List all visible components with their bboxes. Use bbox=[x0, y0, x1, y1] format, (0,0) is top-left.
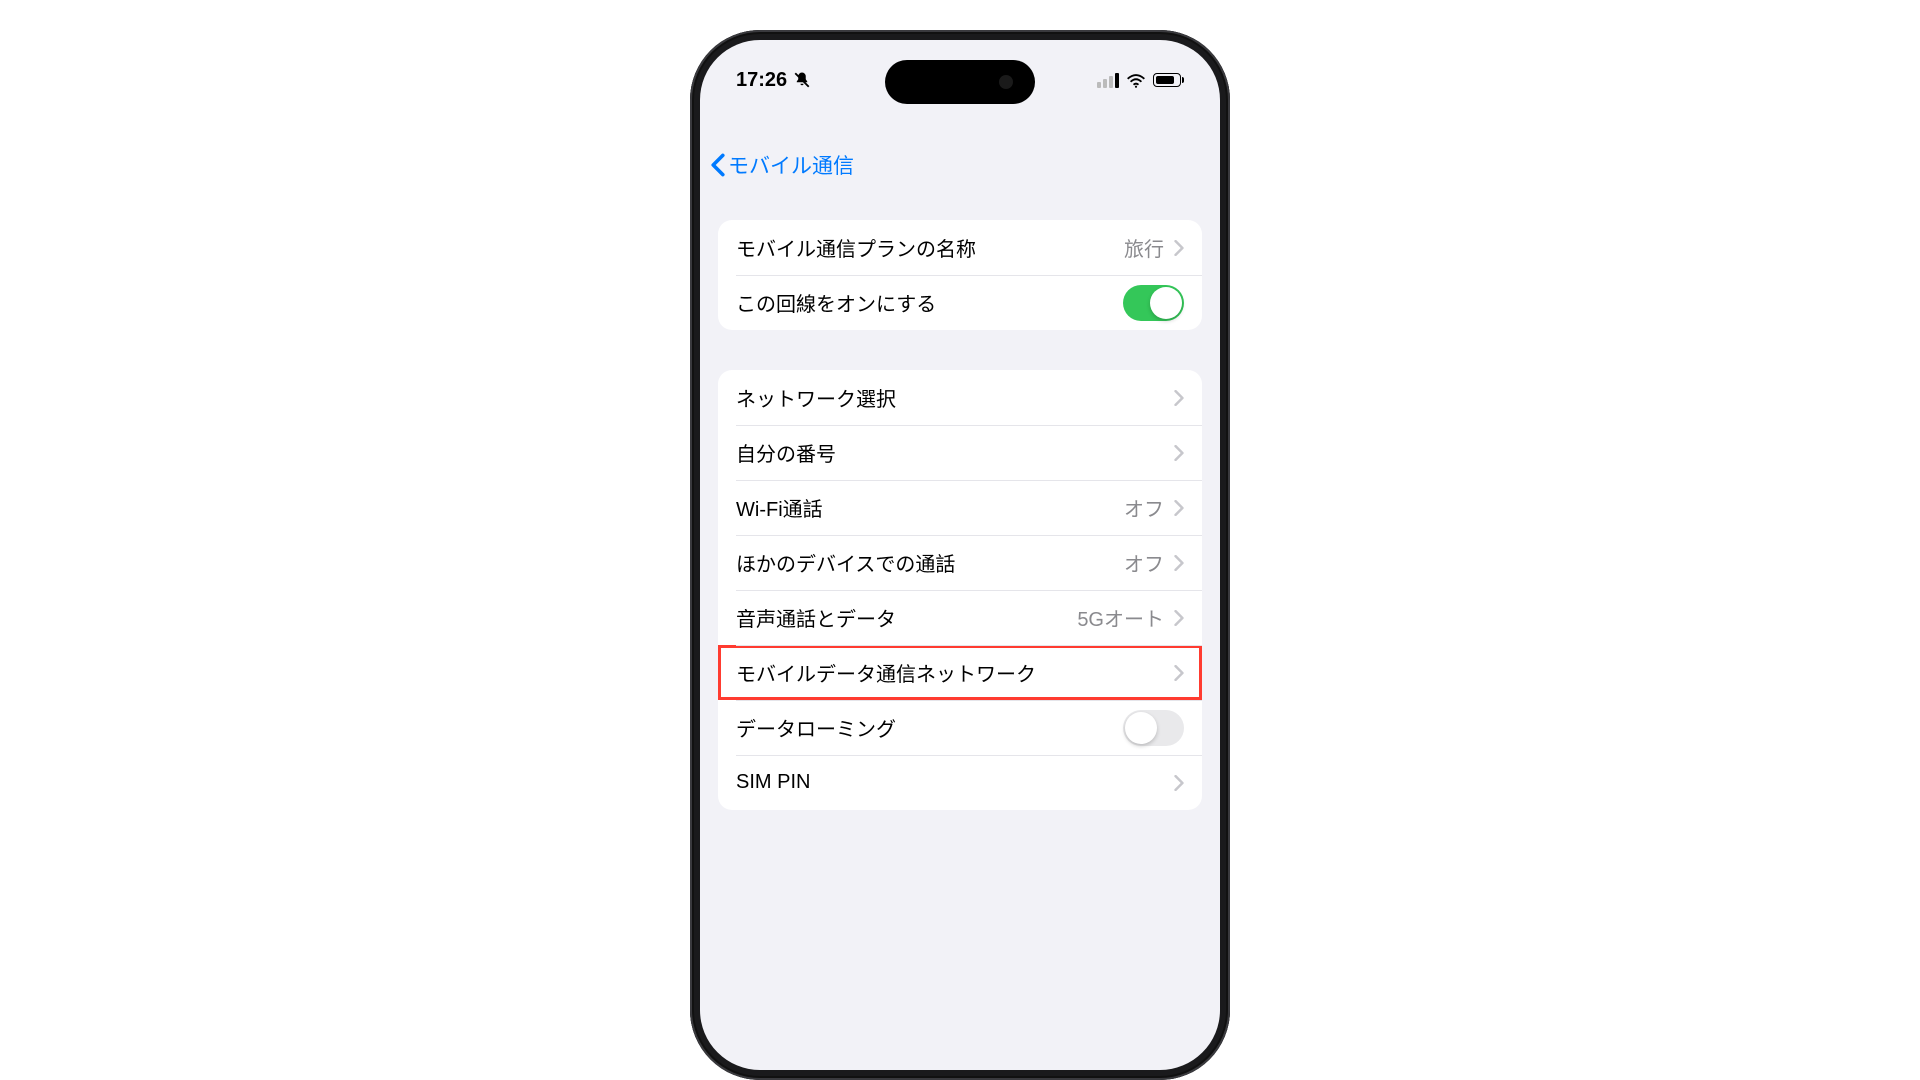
row-value: オフ bbox=[1124, 548, 1164, 577]
row-my-number[interactable]: 自分の番号 bbox=[718, 425, 1202, 480]
row-value: 旅行 bbox=[1124, 233, 1164, 262]
row-label: SIM PIN bbox=[736, 771, 1174, 794]
chevron-right-icon bbox=[1174, 500, 1184, 516]
toggle-knob bbox=[1125, 712, 1157, 744]
row-network-select[interactable]: ネットワーク選択 bbox=[718, 370, 1202, 425]
chevron-right-icon bbox=[1174, 610, 1184, 626]
settings-group-network: ネットワーク選択 自分の番号 Wi-Fi通話 オフ bbox=[718, 370, 1202, 810]
phone-screen: 17:26 bbox=[700, 40, 1220, 1070]
navigation-bar: モバイル通信 bbox=[700, 140, 1220, 190]
row-label: この回線をオンにする bbox=[736, 288, 1123, 317]
status-time: 17:26 bbox=[736, 69, 787, 92]
chevron-right-icon bbox=[1174, 775, 1184, 791]
row-label: 自分の番号 bbox=[736, 438, 1174, 467]
wifi-icon bbox=[1126, 73, 1146, 88]
row-mobile-data-network[interactable]: モバイルデータ通信ネットワーク bbox=[718, 645, 1202, 700]
row-value: オフ bbox=[1124, 493, 1164, 522]
row-voice-data[interactable]: 音声通話とデータ 5Gオート bbox=[718, 590, 1202, 645]
row-label: ほかのデバイスでの通話 bbox=[736, 548, 1124, 577]
row-wifi-calling[interactable]: Wi-Fi通話 オフ bbox=[718, 480, 1202, 535]
phone-frame: 17:26 bbox=[690, 30, 1230, 1080]
row-label: ネットワーク選択 bbox=[736, 383, 1174, 412]
chevron-right-icon bbox=[1174, 665, 1184, 681]
row-label: モバイル通信プランの名称 bbox=[736, 233, 1124, 262]
silent-mode-icon bbox=[793, 71, 811, 89]
chevron-right-icon bbox=[1174, 240, 1184, 256]
cellular-signal-icon bbox=[1097, 73, 1119, 88]
battery-icon bbox=[1153, 73, 1184, 87]
toggle-knob bbox=[1150, 287, 1182, 319]
dynamic-island bbox=[885, 60, 1035, 104]
row-label: モバイルデータ通信ネットワーク bbox=[736, 658, 1174, 687]
data-roaming-toggle[interactable] bbox=[1123, 710, 1184, 746]
row-enable-line[interactable]: この回線をオンにする bbox=[718, 275, 1202, 330]
row-value: 5Gオート bbox=[1077, 603, 1164, 632]
chevron-right-icon bbox=[1174, 445, 1184, 461]
row-label: 音声通話とデータ bbox=[736, 603, 1077, 632]
enable-line-toggle[interactable] bbox=[1123, 285, 1184, 321]
row-data-roaming[interactable]: データローミング bbox=[718, 700, 1202, 755]
chevron-left-icon bbox=[710, 153, 726, 177]
chevron-right-icon bbox=[1174, 555, 1184, 571]
status-left: 17:26 bbox=[736, 69, 811, 92]
chevron-right-icon bbox=[1174, 390, 1184, 406]
row-label: Wi-Fi通話 bbox=[736, 493, 1124, 522]
status-right bbox=[1097, 73, 1184, 88]
back-button[interactable]: モバイル通信 bbox=[710, 150, 854, 180]
settings-group-plan: モバイル通信プランの名称 旅行 この回線をオンにする bbox=[718, 220, 1202, 330]
row-sim-pin[interactable]: SIM PIN bbox=[718, 755, 1202, 810]
row-plan-name[interactable]: モバイル通信プランの名称 旅行 bbox=[718, 220, 1202, 275]
settings-content: モバイル通信プランの名称 旅行 この回線をオンにする ネットワーク選択 bbox=[700, 220, 1220, 1070]
back-label: モバイル通信 bbox=[728, 150, 854, 180]
row-label: データローミング bbox=[736, 713, 1123, 742]
row-other-devices[interactable]: ほかのデバイスでの通話 オフ bbox=[718, 535, 1202, 590]
